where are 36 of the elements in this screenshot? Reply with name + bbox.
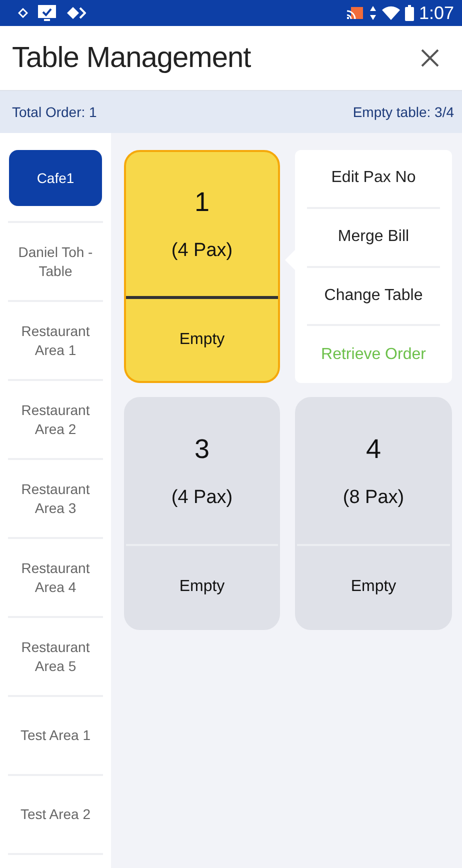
area-tab[interactable]: Restaurant Area 4 <box>9 558 102 596</box>
table-card[interactable]: 1 (4 Pax) Empty <box>124 150 280 383</box>
battery-icon <box>404 5 414 21</box>
area-tab[interactable]: Test Area 2 <box>9 805 102 824</box>
page-title: Table Management <box>12 42 251 74</box>
area-tab[interactable]: Test Area 1 <box>9 726 102 745</box>
close-icon[interactable] <box>420 48 440 68</box>
pax-count: (8 Pax) <box>342 487 404 509</box>
menu-item[interactable]: Change Table <box>307 268 440 326</box>
area-tab[interactable]: Daniel Toh - Table <box>9 242 102 280</box>
area-tab[interactable]: Cafe1 <box>9 150 102 206</box>
table-number: 4 <box>366 434 382 465</box>
empty-table-label: Empty table: 3/4 <box>352 104 454 120</box>
wifi-icon <box>382 6 400 20</box>
table-status: Empty <box>179 331 225 349</box>
area-tab[interactable]: Restaurant Area 2 <box>9 400 102 438</box>
table-card[interactable]: 3 (4 Pax) Empty <box>124 397 280 630</box>
area-tab[interactable]: Restaurant Area 5 <box>9 638 102 676</box>
menu-item[interactable]: Edit Pax No <box>307 150 440 209</box>
table-number: 3 <box>194 434 210 465</box>
data-arrows-icon <box>368 5 377 21</box>
status-time: 1:07 <box>418 2 454 24</box>
area-tab[interactable]: Restaurant Area 3 <box>9 480 102 518</box>
total-order-label: Total Order: 1 <box>12 104 97 120</box>
menu-item[interactable]: Merge Bill <box>307 208 440 268</box>
table-status: Empty <box>179 578 225 596</box>
pax-count: (4 Pax) <box>171 240 233 262</box>
area-tab[interactable]: Restaurant Area 1 <box>9 322 102 360</box>
diamond-arrow-icon <box>66 6 86 20</box>
table-number: 1 <box>194 186 210 218</box>
table-status: Empty <box>350 578 396 596</box>
pax-count: (4 Pax) <box>171 487 233 509</box>
notification-icon <box>18 8 28 18</box>
cast-icon <box>346 6 364 20</box>
table-card[interactable]: 4 (8 Pax) Empty <box>295 397 452 630</box>
monitor-check-icon <box>37 4 57 22</box>
